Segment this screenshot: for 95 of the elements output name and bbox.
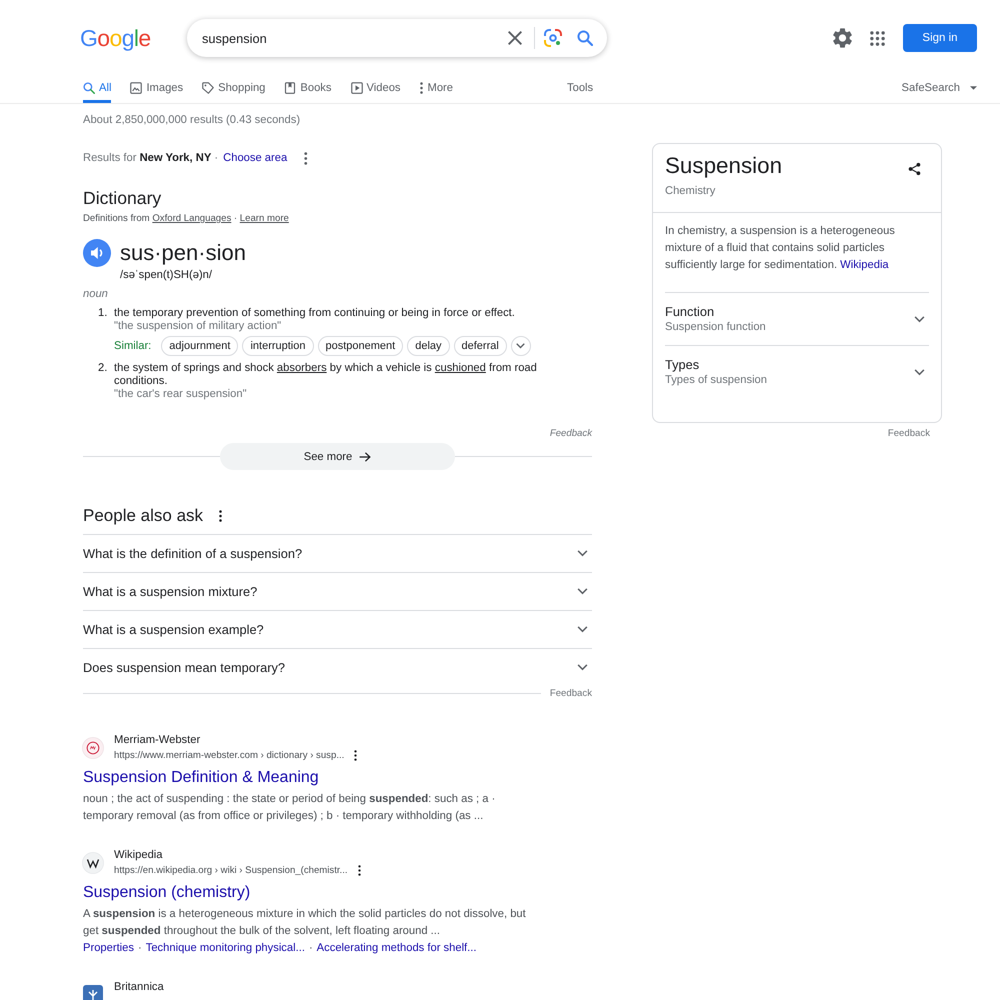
word-link[interactable]: absorbers [276, 362, 327, 374]
result-stats: About 2,850,000,000 results (0.43 seconds) [83, 113, 302, 128]
site-name: Merriam-Webster [114, 733, 202, 748]
source-link[interactable]: Oxford Languages [152, 213, 232, 224]
more-options-icon[interactable] [304, 152, 308, 164]
feedback-link[interactable]: Feedback [550, 428, 592, 439]
search-bar[interactable]: suspension [187, 19, 607, 57]
expand-button[interactable] [510, 336, 531, 356]
more-options-icon [420, 82, 423, 94]
panel-subtitle: Chemistry [665, 184, 716, 199]
question-text[interactable]: What is a suspension example? [83, 622, 264, 637]
site-name: Britannica [114, 980, 164, 995]
chevron-icon[interactable] [577, 550, 588, 557]
see-more-button[interactable]: See more [220, 443, 455, 470]
sitelink[interactable]: Technique monitoring physical... [146, 942, 305, 954]
section-title[interactable]: Types [665, 356, 767, 373]
settings-icon[interactable] [833, 28, 852, 48]
section-title[interactable]: Function [665, 303, 766, 320]
similar-label: Similar: [114, 340, 152, 352]
phonetic-spelling: /səˈspen(t)SH(ə)n/ [120, 268, 214, 283]
search-icon [83, 82, 95, 94]
result-snippet: A suspension is a heterogeneous mixture in which the solid particles do not dissolve, but get suspended throughout the bulk of the solvent, left floating around ... [83, 907, 527, 939]
site-name: Wikipedia [114, 848, 164, 863]
sign-in-button[interactable]: Sign in [903, 24, 977, 52]
result-url: https://www.merriam-webster.com › dictionary › susp... [114, 750, 344, 761]
more-options-icon[interactable] [354, 750, 358, 761]
chevron-down-icon [516, 343, 526, 349]
similar-word-chip[interactable]: delay [407, 336, 450, 356]
source-line: Definitions from Oxford Languages · Learn more [83, 212, 290, 226]
word-link[interactable]: cushioned [434, 362, 486, 374]
sitelink[interactable]: Properties [83, 942, 134, 954]
sitelinks-line: Properties · Technique monitoring physical... · Accelerating methods for shelf... [83, 941, 478, 956]
tab[interactable]: Books [284, 72, 332, 103]
ring-logo-icon [82, 737, 104, 759]
headword: sus·pen·sion [120, 239, 246, 267]
description-text: In chemistry, a suspension is a heterogeneous mixture of a fluid that contains solid particles sufficiently large for sedimentation. Wikipedia [665, 224, 896, 273]
tab[interactable]: Shopping [202, 72, 266, 103]
sitelink[interactable]: Accelerating methods for shelf... [316, 942, 476, 954]
source-link[interactable]: Wikipedia [840, 259, 889, 271]
question-text[interactable]: What is the definition of a suspension? [83, 546, 302, 561]
chevron-icon[interactable] [914, 368, 925, 376]
location-line: Results for New York, NY · Choose area [83, 152, 288, 164]
w-logo-icon [82, 852, 104, 874]
tab[interactable]: More [420, 72, 454, 103]
sense-number: 1. [97, 307, 108, 321]
similar-word-chip[interactable]: adjournment [161, 336, 238, 356]
result-url: https://en.wikipedia.org › wiki › Suspension_(chemistr... [114, 865, 348, 876]
feedback-link[interactable]: Feedback [888, 428, 930, 439]
chevron-icon[interactable] [914, 316, 925, 322]
definition-text: the temporary prevention of something from continuing or being in force or effect. [114, 307, 516, 320]
caret-down-icon [970, 86, 977, 90]
chevron-icon[interactable] [577, 626, 588, 633]
camera-search-icon[interactable] [544, 29, 562, 47]
book-icon [284, 82, 296, 94]
chevron-icon[interactable] [577, 664, 588, 671]
logo[interactable]: Google [80, 23, 187, 53]
question-text[interactable]: Does suspension mean temporary? [83, 660, 286, 675]
section-heading: People also ask [83, 505, 204, 527]
panel-title: Suspension [665, 152, 782, 180]
similar-word-chip[interactable]: interruption [242, 336, 314, 356]
tab[interactable]: Videos [350, 72, 401, 103]
section-subtitle: Types of suspension [665, 373, 767, 388]
definition-text: the system of springs and shock absorbers by which a vehicle is cushioned from road conditions. [114, 362, 538, 388]
safesearch-menu[interactable]: SafeSearch [902, 72, 977, 103]
share-icon[interactable] [908, 162, 921, 176]
apps-grid-icon[interactable] [870, 30, 885, 46]
image-icon [130, 82, 142, 94]
dictionary-heading: Dictionary [83, 187, 162, 210]
more-options-icon[interactable] [219, 510, 222, 522]
feedback-link[interactable]: Feedback [550, 688, 592, 698]
more-options-icon[interactable] [358, 865, 361, 876]
similar-word-chip[interactable]: deferral [454, 336, 507, 356]
section-subtitle: Suspension function [665, 320, 766, 335]
similar-word-chip[interactable]: postponement [318, 336, 404, 356]
result-snippet: noun ; the act of suspending : the state or period of being suspended: such as ; a · temporary removal (as from office or privileges) ; b · temporary withholding (as ... [83, 792, 496, 824]
arrow-right-icon [359, 452, 372, 462]
sense-number: 2. [97, 362, 108, 376]
learn-more-link[interactable]: Learn more [240, 213, 289, 224]
tools-tab[interactable]: Tools [567, 72, 594, 103]
example-sentence: "the car's rear suspension" [114, 388, 248, 401]
speaker-icon[interactable] [83, 239, 111, 267]
question-text[interactable]: What is a suspension mixture? [83, 584, 258, 599]
example-sentence: "the suspension of military action" [114, 320, 282, 333]
tag-icon [202, 82, 214, 94]
result-title-link[interactable]: Suspension (chemistry) [83, 882, 250, 904]
part-of-speech: noun [83, 287, 109, 301]
search-input[interactable]: suspension [202, 30, 508, 46]
result-title-link[interactable]: Suspension Definition & Meaning [83, 767, 319, 789]
search-icon[interactable] [577, 30, 593, 46]
close-icon[interactable] [508, 31, 522, 45]
tab[interactable]: All [83, 72, 112, 103]
choose-area-link[interactable]: Choose area [223, 152, 288, 164]
chevron-icon[interactable] [577, 588, 588, 595]
play-icon [350, 82, 362, 94]
tab[interactable]: Images [130, 72, 184, 103]
